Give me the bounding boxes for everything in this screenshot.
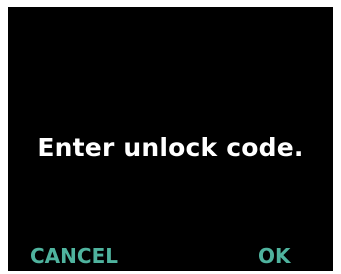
cancel-button[interactable]: CANCEL — [30, 243, 118, 269]
unlock-prompt: Enter unlock code. — [37, 133, 304, 162]
ok-button[interactable]: OK — [258, 243, 291, 269]
device-screen: Enter unlock code. CANCEL OK — [8, 7, 333, 271]
